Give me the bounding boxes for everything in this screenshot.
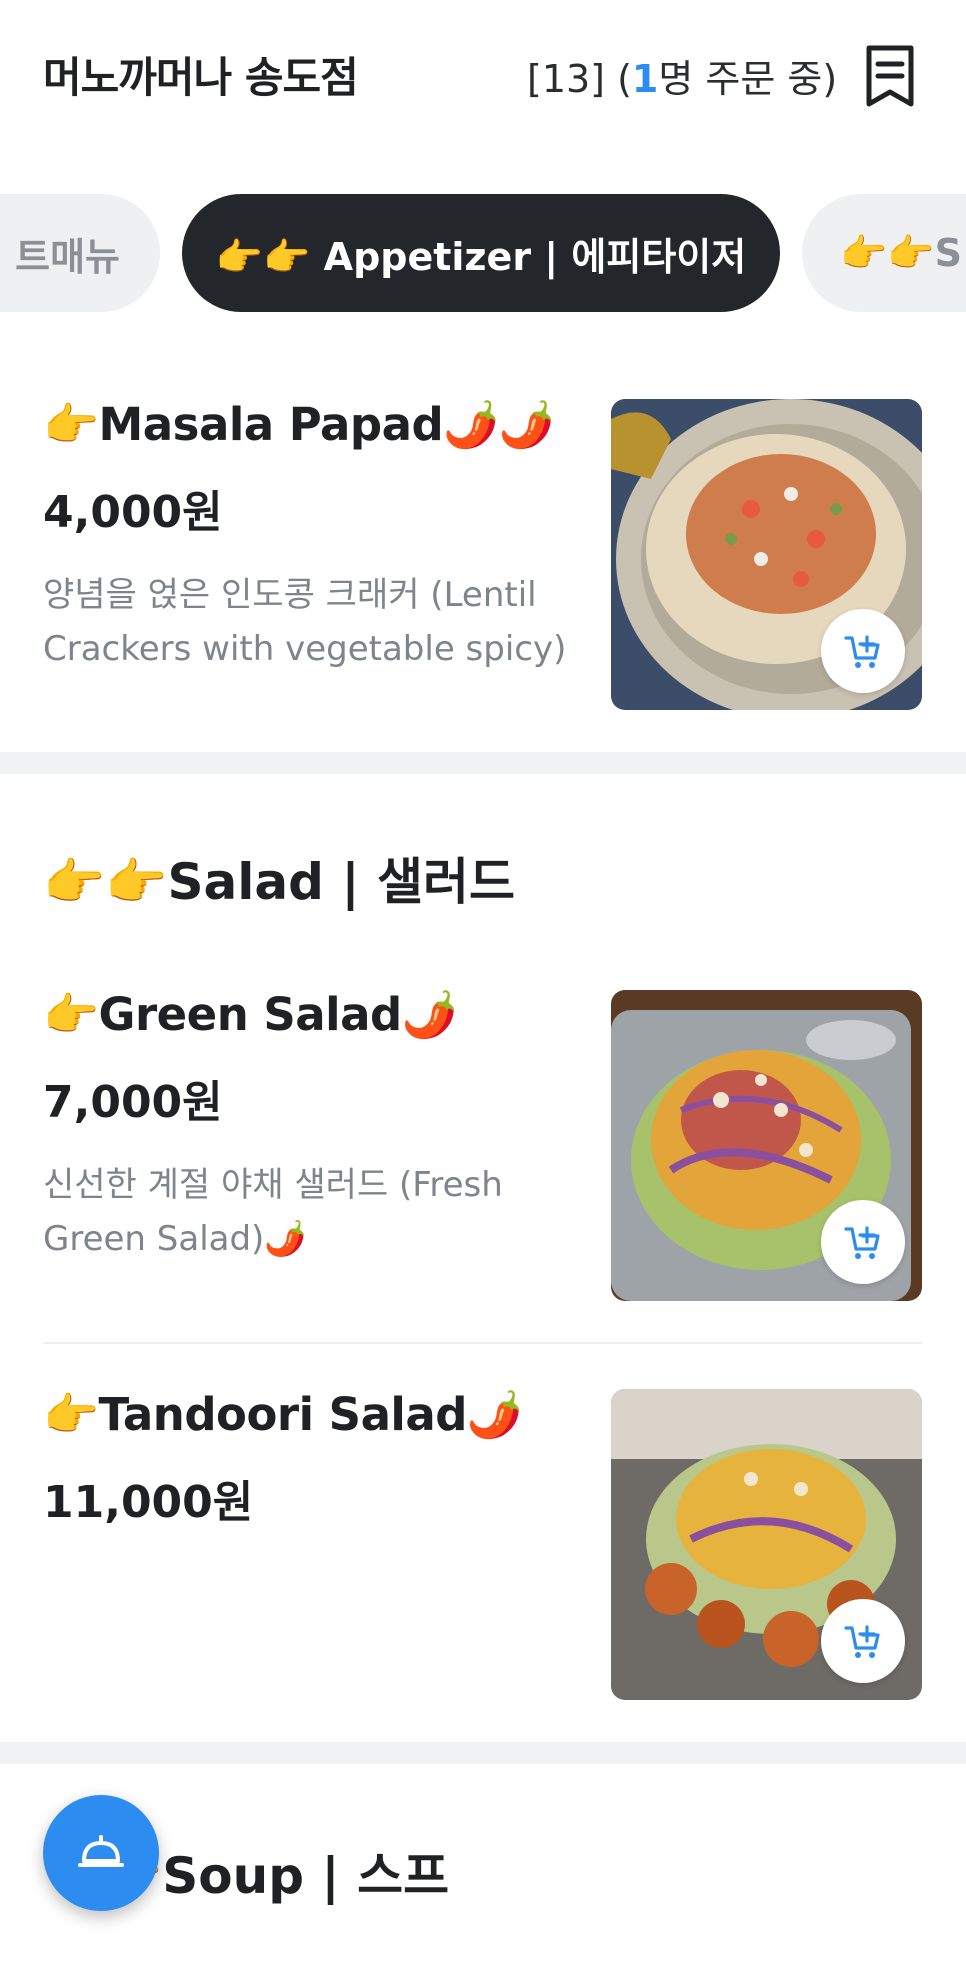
ordering-count: 1 xyxy=(631,57,659,101)
add-to-cart-icon xyxy=(844,635,880,668)
section-title-salad: 👉👉Salad | 샐러드 xyxy=(43,853,516,911)
add-to-cart-icon xyxy=(844,1226,880,1259)
item-price: 7,000원 xyxy=(43,1077,223,1128)
add-to-cart-icon xyxy=(844,1625,880,1658)
tab-label: 트매뉴 xyxy=(15,234,120,279)
item-name: 👉Tandoori Salad🌶️ xyxy=(43,1388,523,1441)
tab-set-menu[interactable]: 트매뉴 xyxy=(0,194,160,312)
add-to-cart-button[interactable] xyxy=(821,1200,905,1284)
service-bell-icon xyxy=(78,1835,124,1867)
item-price: 11,000원 xyxy=(43,1477,254,1528)
ordering-suffix: 명 주문 중) xyxy=(658,57,838,101)
header: 머노까머나 송도점 [13] (1명 주문 중) xyxy=(0,0,966,150)
add-to-cart-button[interactable] xyxy=(821,1599,905,1683)
call-staff-button[interactable] xyxy=(43,1795,159,1911)
add-to-cart-button[interactable] xyxy=(821,609,905,693)
item-description: 양념을 얹은 인도콩 크래커 (Lentil Crackers with veg… xyxy=(43,575,567,669)
category-tabs: 트매뉴 👉👉 Appetizer | 에피타이저 👉👉S xyxy=(0,194,966,312)
item-price: 4,000원 xyxy=(43,487,223,538)
tab-appetizer[interactable]: 👉👉 Appetizer | 에피타이저 xyxy=(182,194,780,312)
tab-label: 👉👉 Appetizer | 에피타이저 xyxy=(215,234,747,279)
store-name: 머노까머나 송도점 xyxy=(43,53,359,102)
section-gap xyxy=(0,752,966,774)
table-number: [13] ( xyxy=(527,57,632,101)
receipt-icon[interactable] xyxy=(864,44,916,108)
section-gap xyxy=(0,1742,966,1764)
table-status: [13] (1명 주문 중) xyxy=(527,48,837,103)
item-name: 👉Masala Papad🌶️🌶️ xyxy=(43,398,555,451)
tab-label: 👉👉S xyxy=(840,230,962,275)
item-description: 신선한 계절 야채 샐러드 (Fresh Green Salad)🌶️ xyxy=(43,1165,503,1259)
item-divider xyxy=(43,1342,922,1344)
tab-salad[interactable]: 👉👉S xyxy=(802,194,966,312)
item-name: 👉Green Salad🌶️ xyxy=(43,988,458,1041)
